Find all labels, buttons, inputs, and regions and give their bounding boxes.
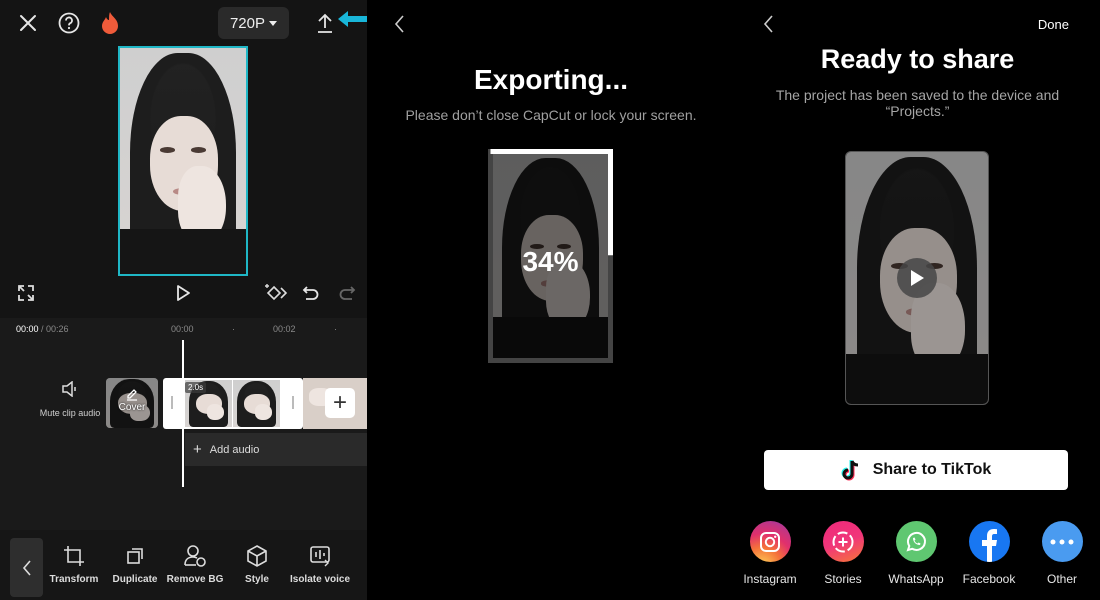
undo-icon[interactable]	[299, 281, 323, 305]
selected-clip[interactable]: 2.0s	[163, 378, 303, 429]
share-label: Instagram	[743, 572, 797, 586]
duplicate-icon	[102, 544, 168, 568]
tiktok-icon	[841, 460, 858, 481]
done-button[interactable]: Done	[1038, 17, 1069, 32]
share-other[interactable]: Other	[1027, 521, 1097, 586]
flame-icon[interactable]	[98, 11, 122, 35]
cover-button[interactable]: Cover	[106, 378, 158, 428]
toolbar-back-button[interactable]	[10, 538, 43, 597]
tool-label: Isolate voice	[289, 574, 351, 585]
preview-image	[120, 48, 246, 274]
tool-label: Remove BG	[166, 574, 224, 585]
ruler-tick: 00:02	[273, 324, 296, 334]
share-to-tiktok-button[interactable]: Share to TikTok	[764, 450, 1068, 490]
crop-icon	[41, 544, 107, 568]
chevron-left-icon	[763, 15, 773, 33]
add-audio-label: Add audio	[209, 443, 260, 456]
chevron-left-icon	[22, 559, 31, 576]
plus-icon: +	[332, 389, 347, 416]
arrow-annotation-icon	[336, 10, 367, 33]
more-icon	[1041, 521, 1083, 562]
mute-clip-audio-button[interactable]: Mute clip audio	[38, 378, 102, 418]
exporting-subtitle: Please don’t close CapCut or lock your s…	[405, 107, 697, 123]
back-button[interactable]	[762, 14, 782, 38]
tool-transform[interactable]: Transform	[41, 544, 107, 585]
share-stories[interactable]: Stories	[808, 521, 878, 586]
play-button[interactable]	[897, 258, 937, 298]
back-button[interactable]	[393, 14, 413, 38]
tool-label: Duplicate	[112, 574, 158, 585]
ready-subtitle: The project has been saved to the device…	[775, 87, 1060, 119]
tool-style[interactable]: Style	[224, 544, 290, 585]
clip-duration-badge: 2.0s	[185, 382, 207, 393]
tool-label: Style	[245, 574, 269, 585]
redo-icon[interactable]	[335, 281, 359, 305]
plus-icon: +	[193, 441, 202, 458]
share-label: Other	[1046, 572, 1077, 586]
share-label: Stories	[824, 572, 862, 586]
speaker-icon	[38, 378, 102, 400]
timeline-ruler[interactable]: 00:00 / 00:26 00:00 · 00:02 ·	[0, 318, 367, 340]
export-icon[interactable]	[313, 11, 337, 35]
clip-thumbnail	[233, 380, 280, 427]
tiktok-label: Share to TikTok	[872, 461, 992, 478]
play-icon[interactable]	[171, 281, 195, 305]
tool-isolate-voice[interactable]: Isolate voice	[287, 544, 353, 585]
mute-label: Mute clip audio	[39, 408, 101, 418]
clip-trim-handle-left[interactable]	[171, 396, 173, 409]
exported-video-preview[interactable]	[845, 151, 989, 405]
share-facebook[interactable]: Facebook	[954, 521, 1024, 586]
share-label: WhatsApp	[888, 572, 944, 586]
fullscreen-icon[interactable]	[14, 281, 38, 305]
tool-duplicate[interactable]: Duplicate	[102, 544, 168, 585]
stories-icon	[822, 521, 864, 562]
play-icon	[911, 270, 924, 286]
instagram-icon	[749, 521, 791, 562]
tool-label: Transform	[49, 574, 99, 585]
editor-panel: 720P 00:00 / 00:26 00:00 · 00:02 · Mute …	[0, 0, 367, 600]
chevron-left-icon	[394, 15, 404, 33]
clip-trim-handle-right[interactable]	[292, 396, 294, 409]
remove-bg-icon	[162, 544, 228, 568]
resolution-value: 720P	[229, 14, 266, 32]
chevron-down-icon	[269, 20, 278, 26]
help-icon[interactable]	[57, 11, 81, 35]
current-time: 00:00	[16, 324, 39, 334]
ready-title: Ready to share	[820, 44, 1015, 74]
close-icon[interactable]	[16, 11, 40, 35]
share-label: Facebook	[962, 572, 1016, 586]
progress-percent: 34%	[522, 246, 579, 277]
exporting-title: Exporting...	[474, 64, 628, 95]
whatsapp-icon	[895, 521, 937, 562]
ruler-tick: 00:00	[171, 324, 194, 334]
add-clip-button[interactable]: +	[325, 388, 355, 418]
playhead[interactable]	[182, 340, 184, 487]
video-preview[interactable]	[118, 46, 248, 276]
isolate-voice-icon	[287, 544, 353, 568]
facebook-icon	[968, 521, 1010, 562]
ready-panel: Done Ready to share The project has been…	[735, 0, 1100, 600]
time-readout: 00:00 / 00:26	[16, 324, 69, 334]
export-progress-frame: 34%	[488, 149, 613, 363]
exporting-panel: Exporting... Please don’t close CapCut o…	[367, 0, 735, 600]
resolution-dropdown[interactable]: 720P	[218, 7, 289, 39]
tool-remove-bg[interactable]: Remove BG	[162, 544, 228, 585]
cube-icon	[224, 544, 290, 568]
total-time: / 00:26	[38, 324, 69, 334]
cover-label: Cover	[118, 402, 146, 413]
keyframe-icon[interactable]	[264, 281, 288, 305]
share-whatsapp[interactable]: WhatsApp	[881, 521, 951, 586]
add-audio-button[interactable]: + Add audio	[185, 433, 367, 466]
share-instagram[interactable]: Instagram	[735, 521, 805, 586]
